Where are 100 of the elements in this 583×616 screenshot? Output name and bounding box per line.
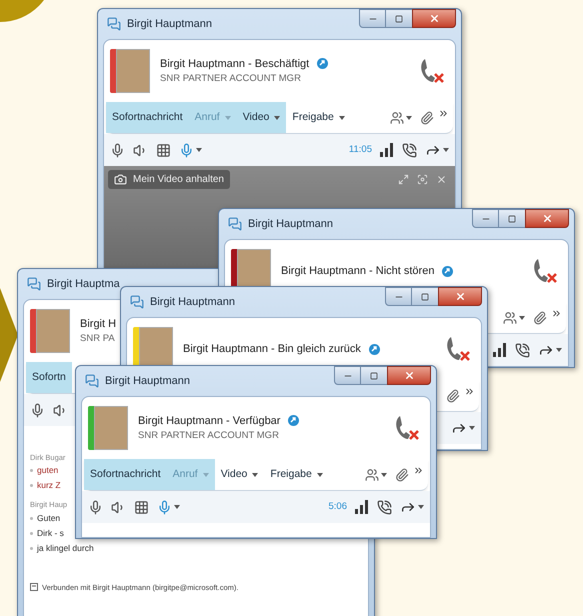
device-button[interactable]: [157, 500, 180, 514]
presence-icon: [442, 266, 454, 276]
caret-icon: [316, 472, 323, 476]
paperclip-icon[interactable]: [395, 468, 409, 482]
window-title: Birgit Hauptmann: [127, 16, 212, 32]
avatar-placeholder: [94, 406, 128, 450]
snapshot-icon[interactable]: [417, 174, 428, 185]
caret-icon: [406, 116, 412, 120]
close-icon: [404, 370, 414, 381]
chat-message: ja klingel durch: [37, 542, 94, 554]
caret-icon: [202, 472, 209, 476]
contact-name: Birgit H: [80, 316, 116, 332]
microphone-icon[interactable]: [30, 402, 45, 418]
dialpad-icon[interactable]: [134, 500, 149, 514]
maximize-button[interactable]: [412, 287, 438, 306]
toolbar-button[interactable]: Video: [236, 102, 286, 133]
headset-icon: [157, 500, 172, 514]
toolbar-button[interactable]: Video: [214, 459, 264, 490]
minimize-button[interactable]: [472, 209, 499, 228]
hold-call-icon[interactable]: [515, 342, 530, 358]
close-button[interactable]: [412, 9, 456, 28]
more-icon[interactable]: [413, 465, 424, 476]
contact-name: Birgit Hauptmann - Bin gleich zurück: [183, 342, 361, 357]
more-icon[interactable]: [464, 386, 475, 397]
close-icon[interactable]: [436, 174, 447, 185]
window-title: Birgit Hauptmann: [248, 216, 333, 232]
minimize-button[interactable]: [385, 287, 412, 306]
caret-icon: [469, 426, 475, 430]
connection-icon: [30, 583, 38, 592]
chat-icon: [228, 217, 242, 231]
microphone-icon[interactable]: [88, 500, 103, 514]
popout-icon[interactable]: [398, 174, 409, 185]
presence-icon: [368, 344, 380, 354]
maximize-icon: [421, 292, 429, 300]
toolbar-button[interactable]: Freigabe: [286, 102, 351, 133]
caret-icon: [418, 505, 424, 509]
paperclip-icon[interactable]: [420, 110, 434, 124]
more-icon[interactable]: [551, 308, 562, 319]
maximize-button[interactable]: [499, 209, 525, 228]
contact-title: SNR PA: [80, 332, 116, 346]
hang-up-icon[interactable]: [532, 257, 558, 285]
hold-call-icon[interactable]: [377, 500, 392, 514]
caret-icon: [224, 116, 231, 120]
toolbar-button[interactable]: Sofortnachricht: [84, 459, 167, 490]
maximize-button[interactable]: [386, 9, 412, 28]
avatar-placeholder: [36, 309, 70, 353]
close-button[interactable]: [438, 287, 482, 306]
caret-icon: [196, 148, 202, 152]
minimize-button[interactable]: [334, 366, 361, 385]
hang-up-icon[interactable]: [419, 57, 445, 85]
close-icon: [454, 291, 466, 302]
window-title: Birgit Hauptma: [47, 276, 120, 292]
caret-icon: [556, 348, 562, 352]
contact-name: Birgit Hauptmann - Beschäftigt: [160, 56, 310, 72]
presence-icon: [288, 415, 300, 426]
device-button[interactable]: [179, 142, 202, 158]
hold-call-icon[interactable]: [402, 142, 417, 158]
caret-icon: [274, 116, 280, 120]
signal-icon: [355, 500, 369, 514]
people-icon: [503, 310, 517, 324]
microphone-icon[interactable]: [110, 142, 125, 158]
minimize-button[interactable]: [359, 9, 386, 28]
pause-video-button[interactable]: Mein Video anhalten: [108, 170, 230, 189]
window-title: Birgit Hauptmann: [150, 294, 235, 310]
more-icon[interactable]: [438, 108, 449, 119]
close-button[interactable]: [387, 366, 431, 385]
caret-icon: [443, 148, 449, 152]
chat-message: Guten: [37, 512, 60, 524]
contact-title: SNR PARTNER ACCOUNT MGR: [160, 72, 302, 86]
hang-up-icon[interactable]: [445, 335, 471, 363]
maximize-icon: [395, 14, 403, 22]
maximize-icon: [508, 214, 516, 222]
call-timer: 11:05: [348, 142, 372, 157]
bullet-icon: [30, 546, 33, 550]
bullet-icon: [30, 532, 33, 534]
people-icon: [390, 110, 404, 124]
chat-icon: [85, 374, 99, 388]
dialpad-icon[interactable]: [156, 142, 171, 158]
hang-up-icon[interactable]: [394, 414, 420, 442]
signal-icon: [493, 343, 507, 357]
toolbar-button[interactable]: Sofortn: [26, 362, 72, 393]
chat-icon: [130, 295, 144, 309]
chat-message: kurz Z: [37, 479, 61, 492]
paperclip-icon[interactable]: [446, 388, 460, 402]
caret-icon: [381, 472, 387, 476]
bullet-icon: [30, 484, 33, 488]
window-title: Birgit Hauptmann: [105, 374, 190, 389]
toolbar-button[interactable]: Sofortnachricht: [106, 102, 189, 133]
toolbar-button[interactable]: Freigabe: [264, 459, 329, 490]
close-button[interactable]: [525, 209, 569, 228]
paperclip-icon[interactable]: [533, 310, 547, 324]
caret-icon: [174, 505, 180, 509]
contact-title: SNR PARTNER ACCOUNT MGR: [138, 429, 280, 444]
signal-icon: [380, 143, 394, 157]
chat-icon: [27, 277, 41, 291]
contact-name: Birgit Hauptmann - Verfügbar: [138, 414, 280, 429]
maximize-button[interactable]: [361, 366, 387, 385]
close-icon: [542, 213, 552, 224]
presence-icon: [317, 58, 328, 70]
caret-icon: [338, 116, 345, 120]
